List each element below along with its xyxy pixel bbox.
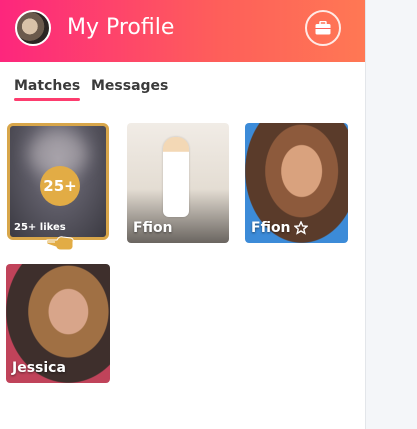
profile-panel: My Profile Matches Messages 25+ 25+ like…: [0, 0, 366, 429]
match-card[interactable]: Ffion: [127, 123, 229, 243]
match-card[interactable]: Ffion: [245, 123, 348, 243]
tab-messages[interactable]: Messages: [91, 78, 168, 94]
briefcase-icon: [315, 21, 331, 35]
likes-count-badge: 25+: [40, 166, 80, 206]
match-name: Jessica: [12, 360, 66, 376]
tab-matches[interactable]: Matches: [14, 78, 81, 101]
page-title: My Profile: [67, 15, 175, 40]
work-mode-button[interactable]: [305, 10, 341, 46]
hand-pointer-icon: [46, 236, 74, 251]
profile-header: My Profile: [0, 0, 365, 62]
match-card[interactable]: Jessica: [6, 264, 110, 383]
match-name: Ffion: [133, 220, 173, 236]
profile-photo: [163, 137, 189, 217]
likes-card[interactable]: 25+ 25+ likes: [7, 123, 109, 240]
match-name: Ffion: [251, 220, 308, 236]
verified-star-icon: [293, 221, 308, 235]
user-avatar[interactable]: [15, 10, 51, 46]
